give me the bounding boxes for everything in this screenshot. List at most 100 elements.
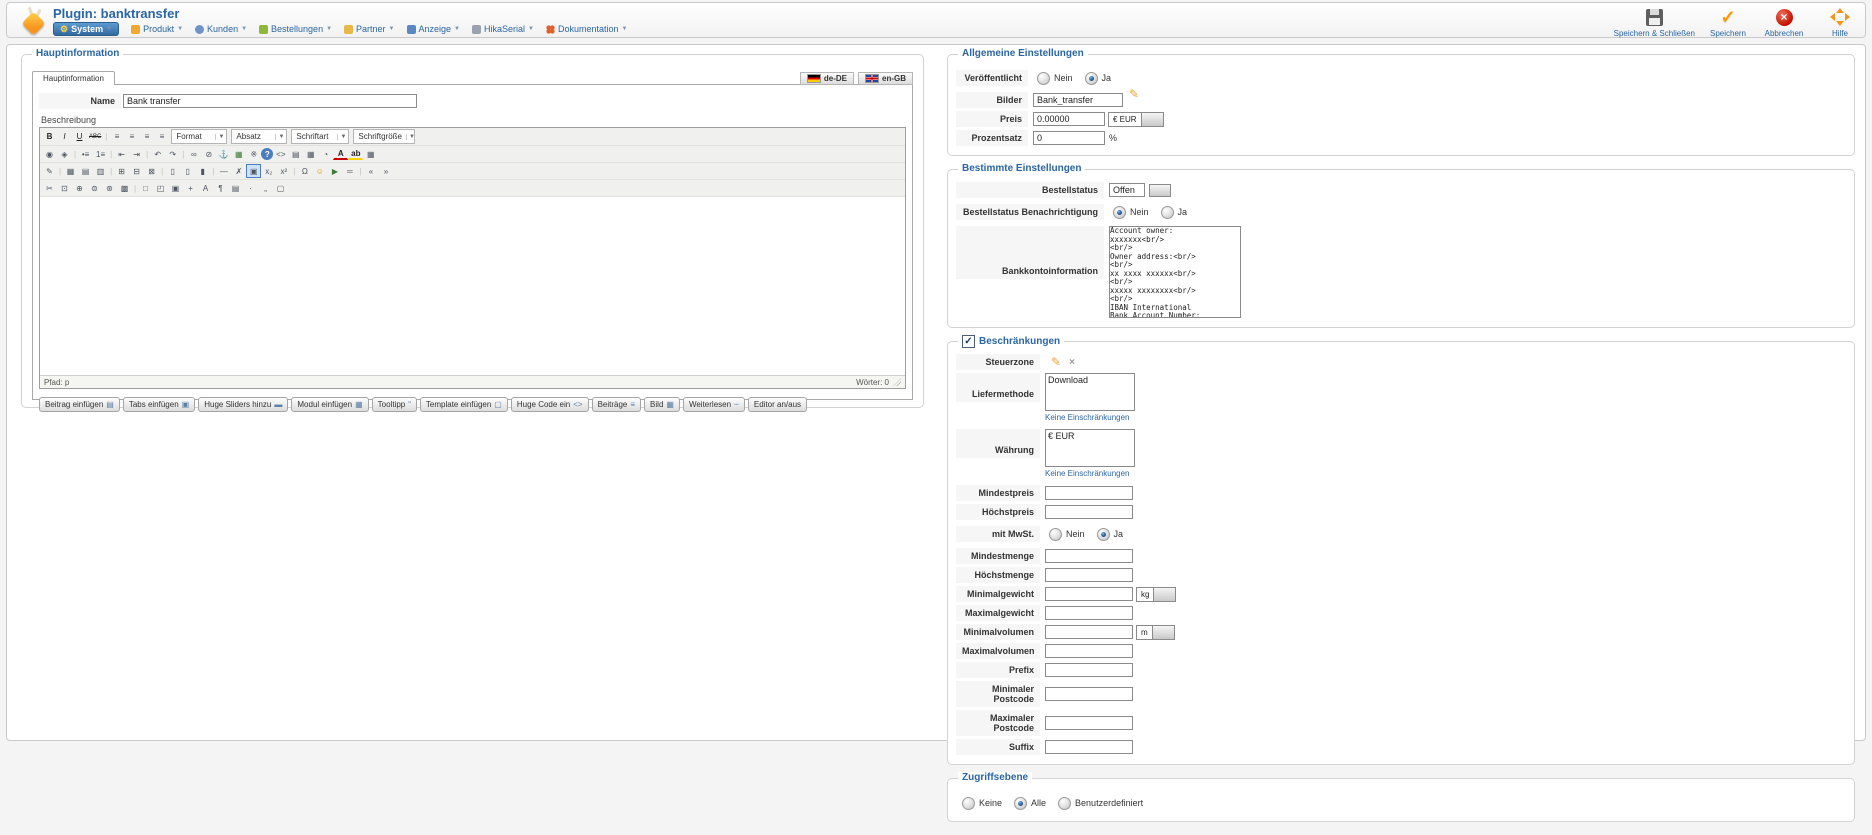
ltr-icon[interactable]: «: [363, 164, 378, 178]
insert-layer-icon[interactable]: ▣: [168, 181, 183, 195]
time-icon[interactable]: ◔: [318, 147, 333, 161]
max-quantity-input[interactable]: [1045, 568, 1133, 582]
bold-icon[interactable]: B: [42, 130, 57, 144]
max-price-input[interactable]: [1045, 505, 1133, 519]
menu-partner[interactable]: Partner ▼: [344, 24, 395, 34]
published-no-radio[interactable]: [1037, 71, 1050, 85]
insert-col-before-icon[interactable]: ▯: [165, 164, 180, 178]
paste-text-icon[interactable]: ⊜: [87, 181, 102, 195]
currency-no-restrictions-link[interactable]: Keine Einschränkungen: [1045, 469, 1135, 478]
volume-unit-select-button[interactable]: [1151, 625, 1174, 639]
anchor-icon[interactable]: ⚓: [216, 147, 231, 161]
min-price-input[interactable]: [1045, 486, 1133, 500]
redo-icon[interactable]: ↷: [165, 147, 180, 161]
access-none-radio[interactable]: [962, 796, 975, 810]
max-volume-input[interactable]: [1045, 644, 1133, 658]
paste-word-icon[interactable]: ⊛: [102, 181, 117, 195]
blockquote-icon[interactable]: „: [258, 181, 273, 195]
readmore-button[interactable]: Weiterlesen ┄: [682, 397, 745, 412]
min-postcode-input[interactable]: [1045, 687, 1133, 701]
date-icon[interactable]: ▦: [303, 147, 318, 161]
rtl-icon[interactable]: »: [378, 164, 393, 178]
table-icon[interactable]: ▦: [363, 147, 378, 161]
min-volume-input[interactable]: [1045, 625, 1133, 639]
lang-tab-de[interactable]: de-DE: [799, 72, 854, 85]
find-replace-icon[interactable]: ◈: [57, 147, 72, 161]
delete-icon[interactable]: ×: [1069, 357, 1075, 368]
fullpage-icon[interactable]: ▤: [288, 147, 303, 161]
restrictions-checkbox[interactable]: ✓: [962, 335, 975, 348]
indent-icon[interactable]: ⇥: [129, 147, 144, 161]
new-document-icon[interactable]: □: [138, 181, 153, 195]
insert-template-button[interactable]: Template einfügen ▢: [419, 397, 508, 412]
insert-row-before-icon[interactable]: ⊞: [114, 164, 129, 178]
remove-format-icon[interactable]: ✗: [231, 164, 246, 178]
prefix-input[interactable]: [1045, 663, 1133, 677]
cancel-button[interactable]: × Abbrechen: [1761, 7, 1807, 38]
select-all-icon[interactable]: ▩: [117, 181, 132, 195]
format-dropdown[interactable]: Format ▼: [171, 129, 228, 144]
currency-select-button[interactable]: [1140, 112, 1163, 126]
menu-system[interactable]: ⚙ System ▼: [53, 22, 120, 36]
undo-icon[interactable]: ↶: [150, 147, 165, 161]
text-color-icon[interactable]: A: [333, 148, 349, 160]
image-button[interactable]: Bild ▦: [644, 397, 680, 412]
bullet-list-icon[interactable]: •≡: [78, 147, 93, 161]
strikethrough-icon[interactable]: ABC: [87, 130, 103, 144]
table-props-icon[interactable]: ▦: [63, 164, 78, 178]
insert-col-after-icon[interactable]: ▯: [180, 164, 195, 178]
save-close-button[interactable]: Speichern & Schließen: [1614, 7, 1695, 38]
charmap-icon[interactable]: Ω: [297, 164, 312, 178]
notification-yes-radio[interactable]: [1160, 205, 1174, 219]
source-edit-icon[interactable]: ✎: [42, 164, 57, 178]
absolute-position-icon[interactable]: +: [183, 181, 198, 195]
paragraph-icon[interactable]: ¶: [213, 181, 228, 195]
access-custom-radio[interactable]: [1058, 796, 1072, 810]
font-dropdown[interactable]: Schriftart ▼: [291, 129, 350, 144]
insert-article-button[interactable]: Beitrag einfügen ▤: [39, 397, 120, 412]
order-status-input[interactable]: [1109, 183, 1145, 197]
row-props-icon[interactable]: ▤: [78, 164, 93, 178]
advhr-icon[interactable]: ═: [342, 164, 357, 178]
huge-code-button[interactable]: Huge Code ein <>: [510, 397, 589, 412]
articles-button[interactable]: Beiträge ≡: [591, 397, 642, 412]
lang-tab-en[interactable]: en-GB: [858, 72, 913, 85]
vat-no-radio[interactable]: [1049, 527, 1062, 541]
help-button[interactable]: Hilfe: [1817, 7, 1863, 38]
name-input[interactable]: [123, 94, 417, 108]
hr-icon[interactable]: —: [216, 164, 231, 178]
vat-yes-radio[interactable]: [1096, 527, 1110, 541]
cell-props-icon[interactable]: ▥: [93, 164, 108, 178]
outdent-icon[interactable]: ⇤: [114, 147, 129, 161]
align-center-icon[interactable]: ≡: [124, 130, 139, 144]
images-input[interactable]: [1033, 93, 1123, 107]
align-justify-icon[interactable]: ≡: [154, 130, 169, 144]
fontsize-dropdown[interactable]: Schriftgröße ▼: [353, 129, 416, 144]
min-quantity-input[interactable]: [1045, 549, 1133, 563]
align-right-icon[interactable]: ≡: [139, 130, 154, 144]
copy-icon[interactable]: ⊡: [57, 181, 72, 195]
html-icon[interactable]: <>: [273, 147, 288, 161]
unlink-icon[interactable]: ⊘: [201, 147, 216, 161]
help-icon[interactable]: ?: [261, 148, 274, 160]
insert-tabs-button[interactable]: Tabs einfügen ▣: [122, 397, 196, 412]
style-props-icon[interactable]: A: [198, 181, 213, 195]
currency-select[interactable]: € EUR: [1045, 429, 1135, 467]
shipping-no-restrictions-link[interactable]: Keine Einschränkungen: [1045, 413, 1135, 422]
save-button[interactable]: ✓ Speichern: [1705, 7, 1751, 38]
editor-canvas[interactable]: [40, 197, 905, 375]
menu-anzeige[interactable]: Anzeige ▼: [406, 24, 460, 34]
cut-icon[interactable]: ✂: [42, 181, 57, 195]
underline-icon[interactable]: U: [72, 130, 87, 144]
template-icon[interactable]: ▢: [273, 181, 288, 195]
menu-hikaserial[interactable]: HikaSerial ▼: [471, 24, 534, 34]
bank-info-textarea[interactable]: Account owner: xxxxxxx<br/> <br/> Owner …: [1109, 226, 1241, 318]
tab-hauptinformation[interactable]: Hauptinformation: [32, 71, 115, 85]
min-weight-input[interactable]: [1045, 587, 1133, 601]
image-icon[interactable]: ▦: [231, 147, 246, 161]
published-yes-radio[interactable]: [1084, 71, 1098, 85]
menu-dokumentation[interactable]: Dokumentation ▼: [545, 24, 627, 34]
fullscreen-icon[interactable]: ◰: [153, 181, 168, 195]
huge-sliders-button[interactable]: Huge Sliders hinzu ▬: [198, 397, 289, 412]
subscript-icon[interactable]: x₂: [261, 164, 276, 178]
